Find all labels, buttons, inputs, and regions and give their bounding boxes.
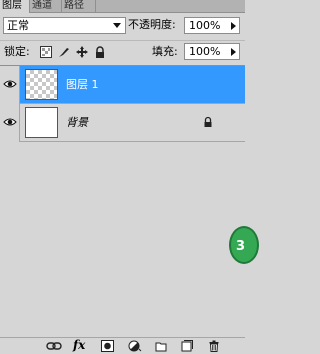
fill-value: 100% xyxy=(189,45,221,58)
visibility-toggle[interactable] xyxy=(0,104,20,142)
layer-name[interactable]: 图层 1 xyxy=(66,78,99,92)
eye-icon xyxy=(3,118,17,126)
link-icon[interactable] xyxy=(46,340,62,352)
adjustment-icon[interactable] xyxy=(128,340,142,352)
lock-label: 锁定: xyxy=(4,45,30,58)
mask-icon[interactable] xyxy=(101,340,114,352)
blend-mode-select[interactable]: 正常 xyxy=(3,17,126,34)
visibility-toggle[interactable] xyxy=(0,66,20,104)
tab-paths[interactable]: 路径 xyxy=(62,0,96,12)
layer-thumbnail xyxy=(25,107,58,138)
layer-name[interactable]: 背景 xyxy=(66,116,88,130)
tab-layers[interactable]: 图层 xyxy=(0,0,30,13)
lock-icon xyxy=(204,116,212,127)
folder-icon[interactable] xyxy=(155,340,167,352)
layer-row[interactable]: 图层 1 xyxy=(0,66,245,104)
tab-channels[interactable]: 通道 xyxy=(30,0,62,12)
layers-list: 图层 1 背景 xyxy=(0,65,245,338)
lock-transparent-pixels-icon[interactable] xyxy=(40,46,52,58)
opacity-value: 100% xyxy=(189,19,221,32)
bottom-toolbar: fx xyxy=(0,337,245,354)
trash-icon[interactable] xyxy=(208,340,220,352)
opacity-field[interactable]: 100% xyxy=(184,17,240,34)
opacity-label: 不透明度: xyxy=(128,18,176,31)
fill-field[interactable]: 100% xyxy=(184,43,240,60)
slider-arrow-icon[interactable] xyxy=(231,48,236,56)
lock-image-pixels-icon[interactable] xyxy=(58,46,70,58)
floating-badge[interactable]: 3 xyxy=(229,226,259,264)
layer-row[interactable]: 背景 xyxy=(0,104,245,142)
lock-all-icon[interactable] xyxy=(94,46,106,58)
fx-icon[interactable]: fx xyxy=(73,338,85,352)
panel-tabs: 图层 通道 路径 xyxy=(0,0,245,13)
slider-arrow-icon[interactable] xyxy=(231,22,236,30)
divider xyxy=(0,40,245,41)
chevron-down-icon xyxy=(113,23,121,28)
fill-label: 填充: xyxy=(152,45,178,58)
lock-position-icon[interactable] xyxy=(76,46,88,58)
blend-mode-value: 正常 xyxy=(7,19,29,32)
blend-opacity-row: 正常 不透明度: 100% xyxy=(0,14,245,38)
new-layer-icon[interactable] xyxy=(181,340,193,352)
eye-icon xyxy=(3,80,17,88)
layer-thumbnail xyxy=(25,69,58,100)
